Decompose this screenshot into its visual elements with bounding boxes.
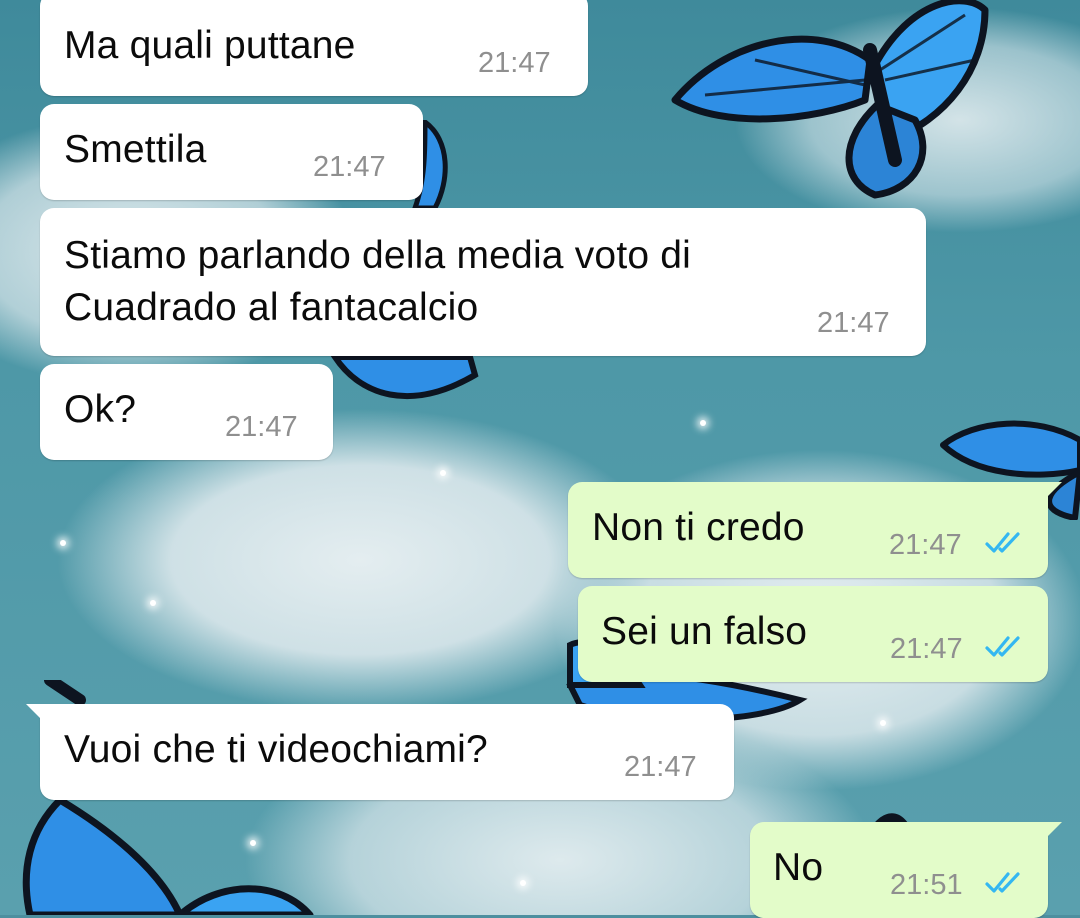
wallpaper-sparkle [60, 540, 66, 546]
message-text: Sei un falso [601, 610, 808, 653]
wallpaper-sparkle [700, 420, 706, 426]
message-text: Vuoi che ti videochiami? [64, 728, 488, 771]
wallpaper-sparkle [880, 720, 886, 726]
message-bubble-incoming[interactable]: Vuoi che ti videochiami? 21:47 [26, 704, 734, 800]
bubble-tail [26, 704, 42, 720]
message-time: 21:47 [478, 47, 551, 79]
message-bubble-incoming[interactable]: Smettila 21:47 [40, 104, 423, 200]
message-time: 21:47 [313, 151, 386, 183]
message-bubble-incoming[interactable]: Ma quali puttane 21:47 [40, 0, 588, 96]
message-text: Ok? [64, 388, 137, 431]
message-time: 21:47 [817, 307, 890, 339]
butterfly-icon [330, 355, 479, 399]
bubble-tail [1046, 822, 1062, 838]
bubble-tail [1046, 482, 1062, 498]
message-text: Non ti credo [592, 506, 805, 549]
message-time: 21:47 [889, 529, 962, 561]
message-text: Smettila [64, 128, 207, 171]
message-bubble-incoming[interactable]: Ok? 21:47 [40, 364, 333, 460]
wallpaper-sparkle [440, 470, 446, 476]
message-bubble-outgoing[interactable]: Non ti credo 21:47 [568, 482, 1062, 578]
message-time: 21:51 [890, 869, 963, 901]
wallpaper-sparkle [520, 880, 526, 886]
message-bubble-outgoing[interactable]: Sei un falso 21:47 [578, 586, 1048, 682]
message-text: Stiamo parlando della media voto di Cuad… [64, 234, 692, 329]
message-time: 21:47 [890, 633, 963, 665]
message-bubble-outgoing[interactable]: No 21:51 [750, 822, 1062, 918]
double-check-icon [985, 532, 1020, 553]
butterfly-icon [671, 0, 989, 199]
double-check-icon [985, 872, 1020, 893]
message-time: 21:47 [624, 751, 697, 783]
message-time: 21:47 [225, 411, 298, 443]
message-text: No [773, 846, 824, 889]
double-check-icon [985, 636, 1020, 657]
message-bubble-incoming[interactable]: Stiamo parlando della media voto di Cuad… [40, 208, 926, 356]
message-text: Ma quali puttane [64, 24, 356, 67]
wallpaper-sparkle [150, 600, 156, 606]
